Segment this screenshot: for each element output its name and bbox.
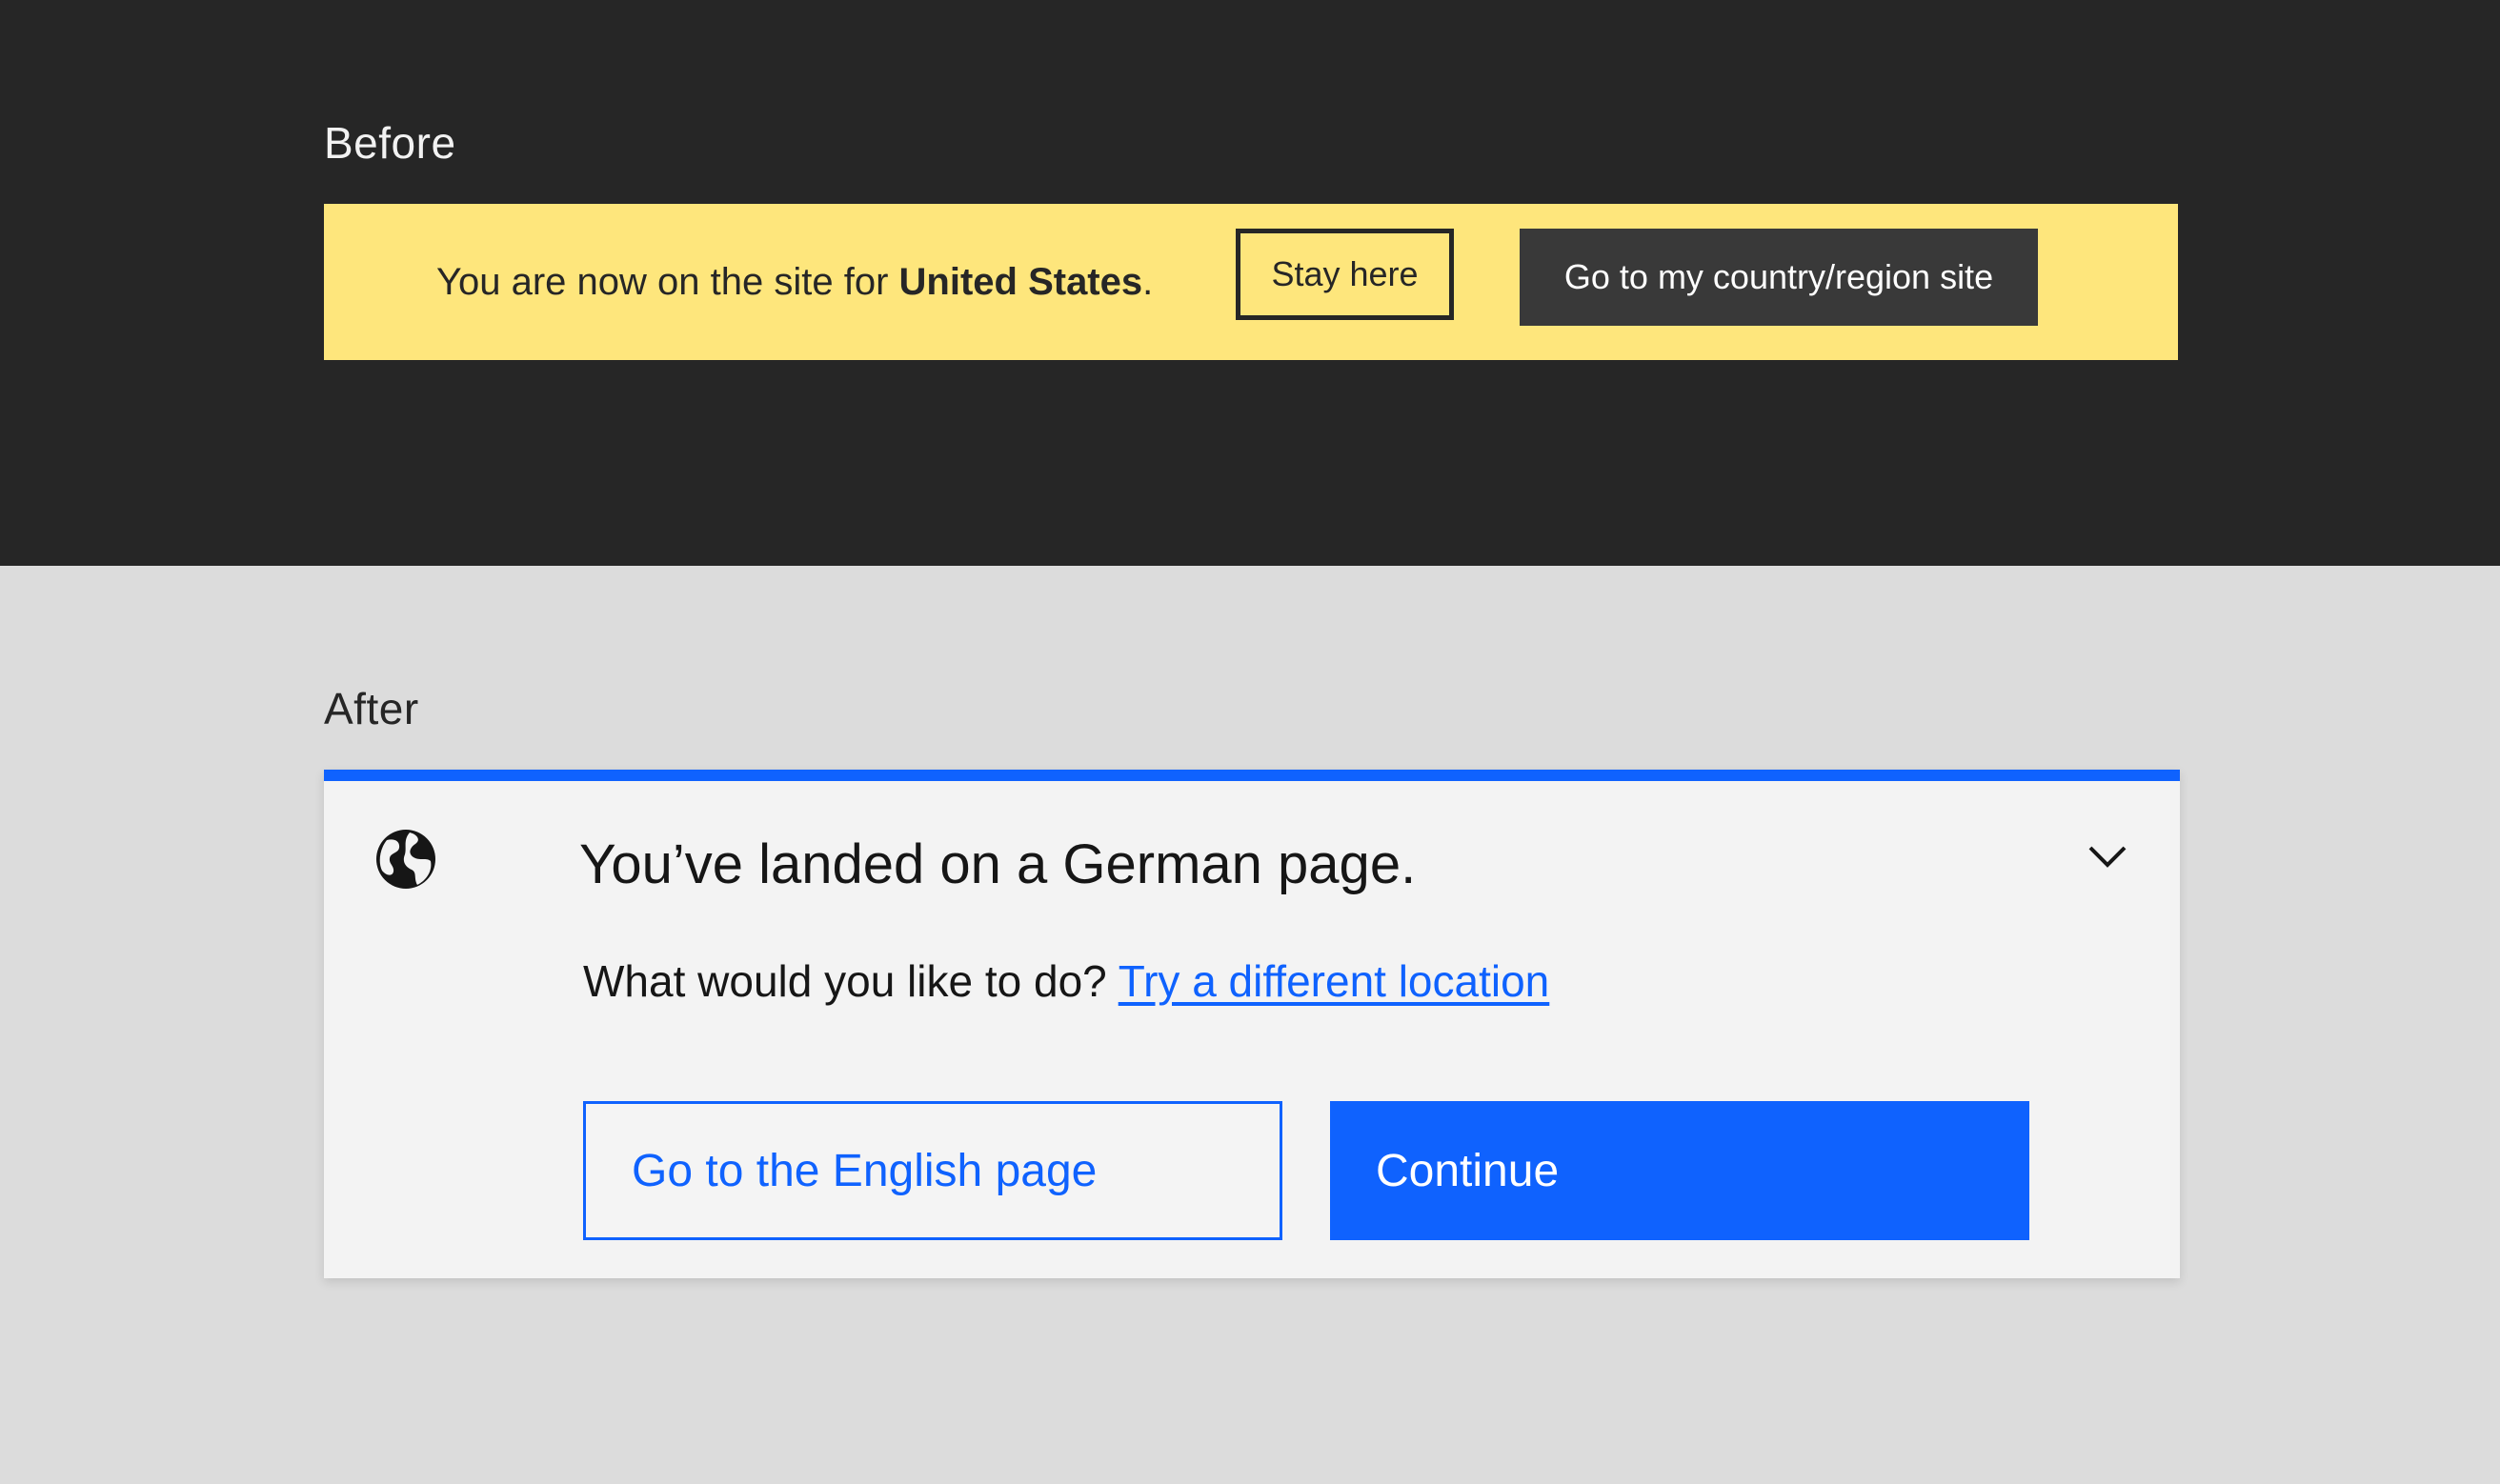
old-message-suffix: . (1142, 261, 1154, 303)
globe-icon (376, 830, 435, 889)
old-message-prefix: You are now on the site for (436, 261, 899, 303)
go-to-country-button[interactable]: Go to my country/region site (1520, 229, 2038, 326)
locale-notification: You’ve landed on a German page. What wou… (324, 770, 2180, 1278)
old-message-country: United States (898, 261, 1143, 303)
continue-button[interactable]: Continue (1330, 1101, 2029, 1240)
english-page-button[interactable]: Go to the English page (583, 1101, 1282, 1240)
before-section: Before You are now on the site for Unite… (0, 0, 2500, 566)
after-label: After (324, 684, 419, 733)
different-location-link[interactable]: Try a different location (1119, 956, 1550, 1006)
notification-title: You’ve landed on a German page. (579, 833, 1417, 895)
old-country-banner: You are now on the site for United State… (324, 204, 2178, 360)
old-banner-message: You are now on the site for United State… (436, 251, 1153, 312)
before-label: Before (324, 118, 456, 168)
notification-body: What would you like to do? Try a differe… (583, 951, 1549, 1012)
notification-question: What would you like to do? (583, 956, 1119, 1006)
chevron-down-icon[interactable] (2085, 834, 2130, 880)
stay-here-button[interactable]: Stay here (1236, 229, 1454, 320)
